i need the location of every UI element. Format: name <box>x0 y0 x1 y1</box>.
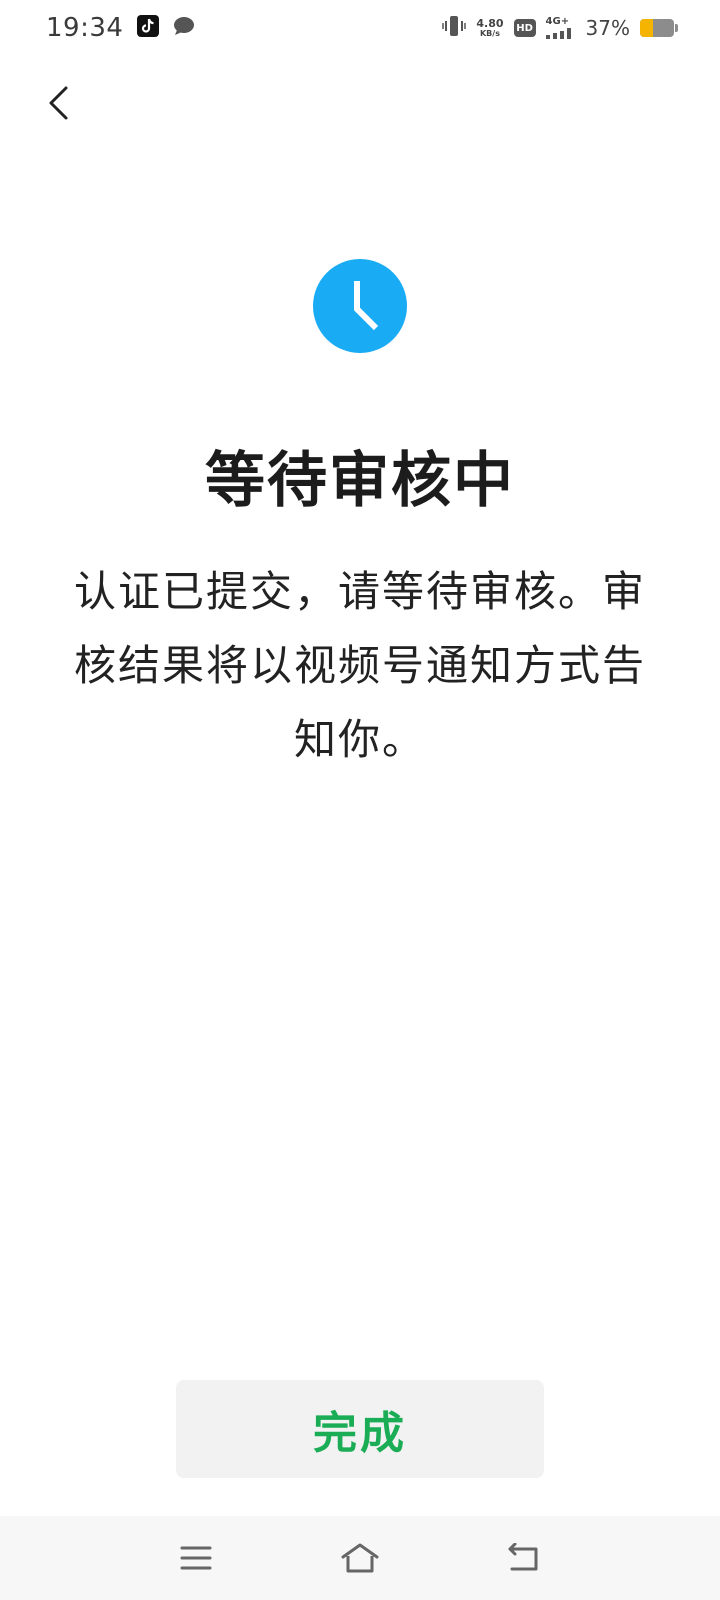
home-button[interactable] <box>338 1536 382 1580</box>
back-nav-button[interactable] <box>502 1536 546 1580</box>
menu-button[interactable] <box>174 1536 218 1580</box>
status-bar-right: 4.80 KB/s HD 4G+ 37% <box>442 15 678 41</box>
clock-icon <box>313 259 407 353</box>
done-button[interactable]: 完成 <box>176 1380 544 1478</box>
battery-percent: 37% <box>585 16 630 40</box>
battery-fill <box>640 19 653 37</box>
signal: 4G+ <box>545 16 576 39</box>
menu-icon <box>180 1546 212 1570</box>
signal-bars-icon <box>545 28 571 39</box>
hd-badge: HD <box>513 19 536 37</box>
network-gen: 4G+ <box>545 16 570 27</box>
back-arrow-icon <box>508 1543 538 1571</box>
status-time: 19:34 <box>46 13 124 43</box>
net-speed: 4.80 KB/s <box>476 18 503 38</box>
chat-bubble-icon <box>173 16 195 40</box>
home-icon <box>341 1543 379 1573</box>
status-bar-left: 19:34 <box>46 13 195 43</box>
net-speed-unit: KB/s <box>479 29 500 38</box>
battery-icon <box>640 19 678 37</box>
net-speed-value: 4.80 <box>476 17 504 30</box>
chevron-left-icon <box>49 86 68 120</box>
screen: 19:34 4.80 KB/s HD 4G+ 37% 等待审核中 认证已提交，请… <box>0 0 720 1600</box>
status-bar: 19:34 4.80 KB/s HD 4G+ 37% <box>0 0 720 56</box>
back-button[interactable] <box>38 80 78 126</box>
vibrate-icon <box>442 15 467 41</box>
system-nav-bar <box>0 1516 720 1600</box>
tiktok-icon <box>137 15 160 41</box>
page-title: 等待审核中 <box>205 446 515 516</box>
status-description: 认证已提交，请等待审核。审核结果将以视频号通知方式告知你。 <box>73 567 646 764</box>
